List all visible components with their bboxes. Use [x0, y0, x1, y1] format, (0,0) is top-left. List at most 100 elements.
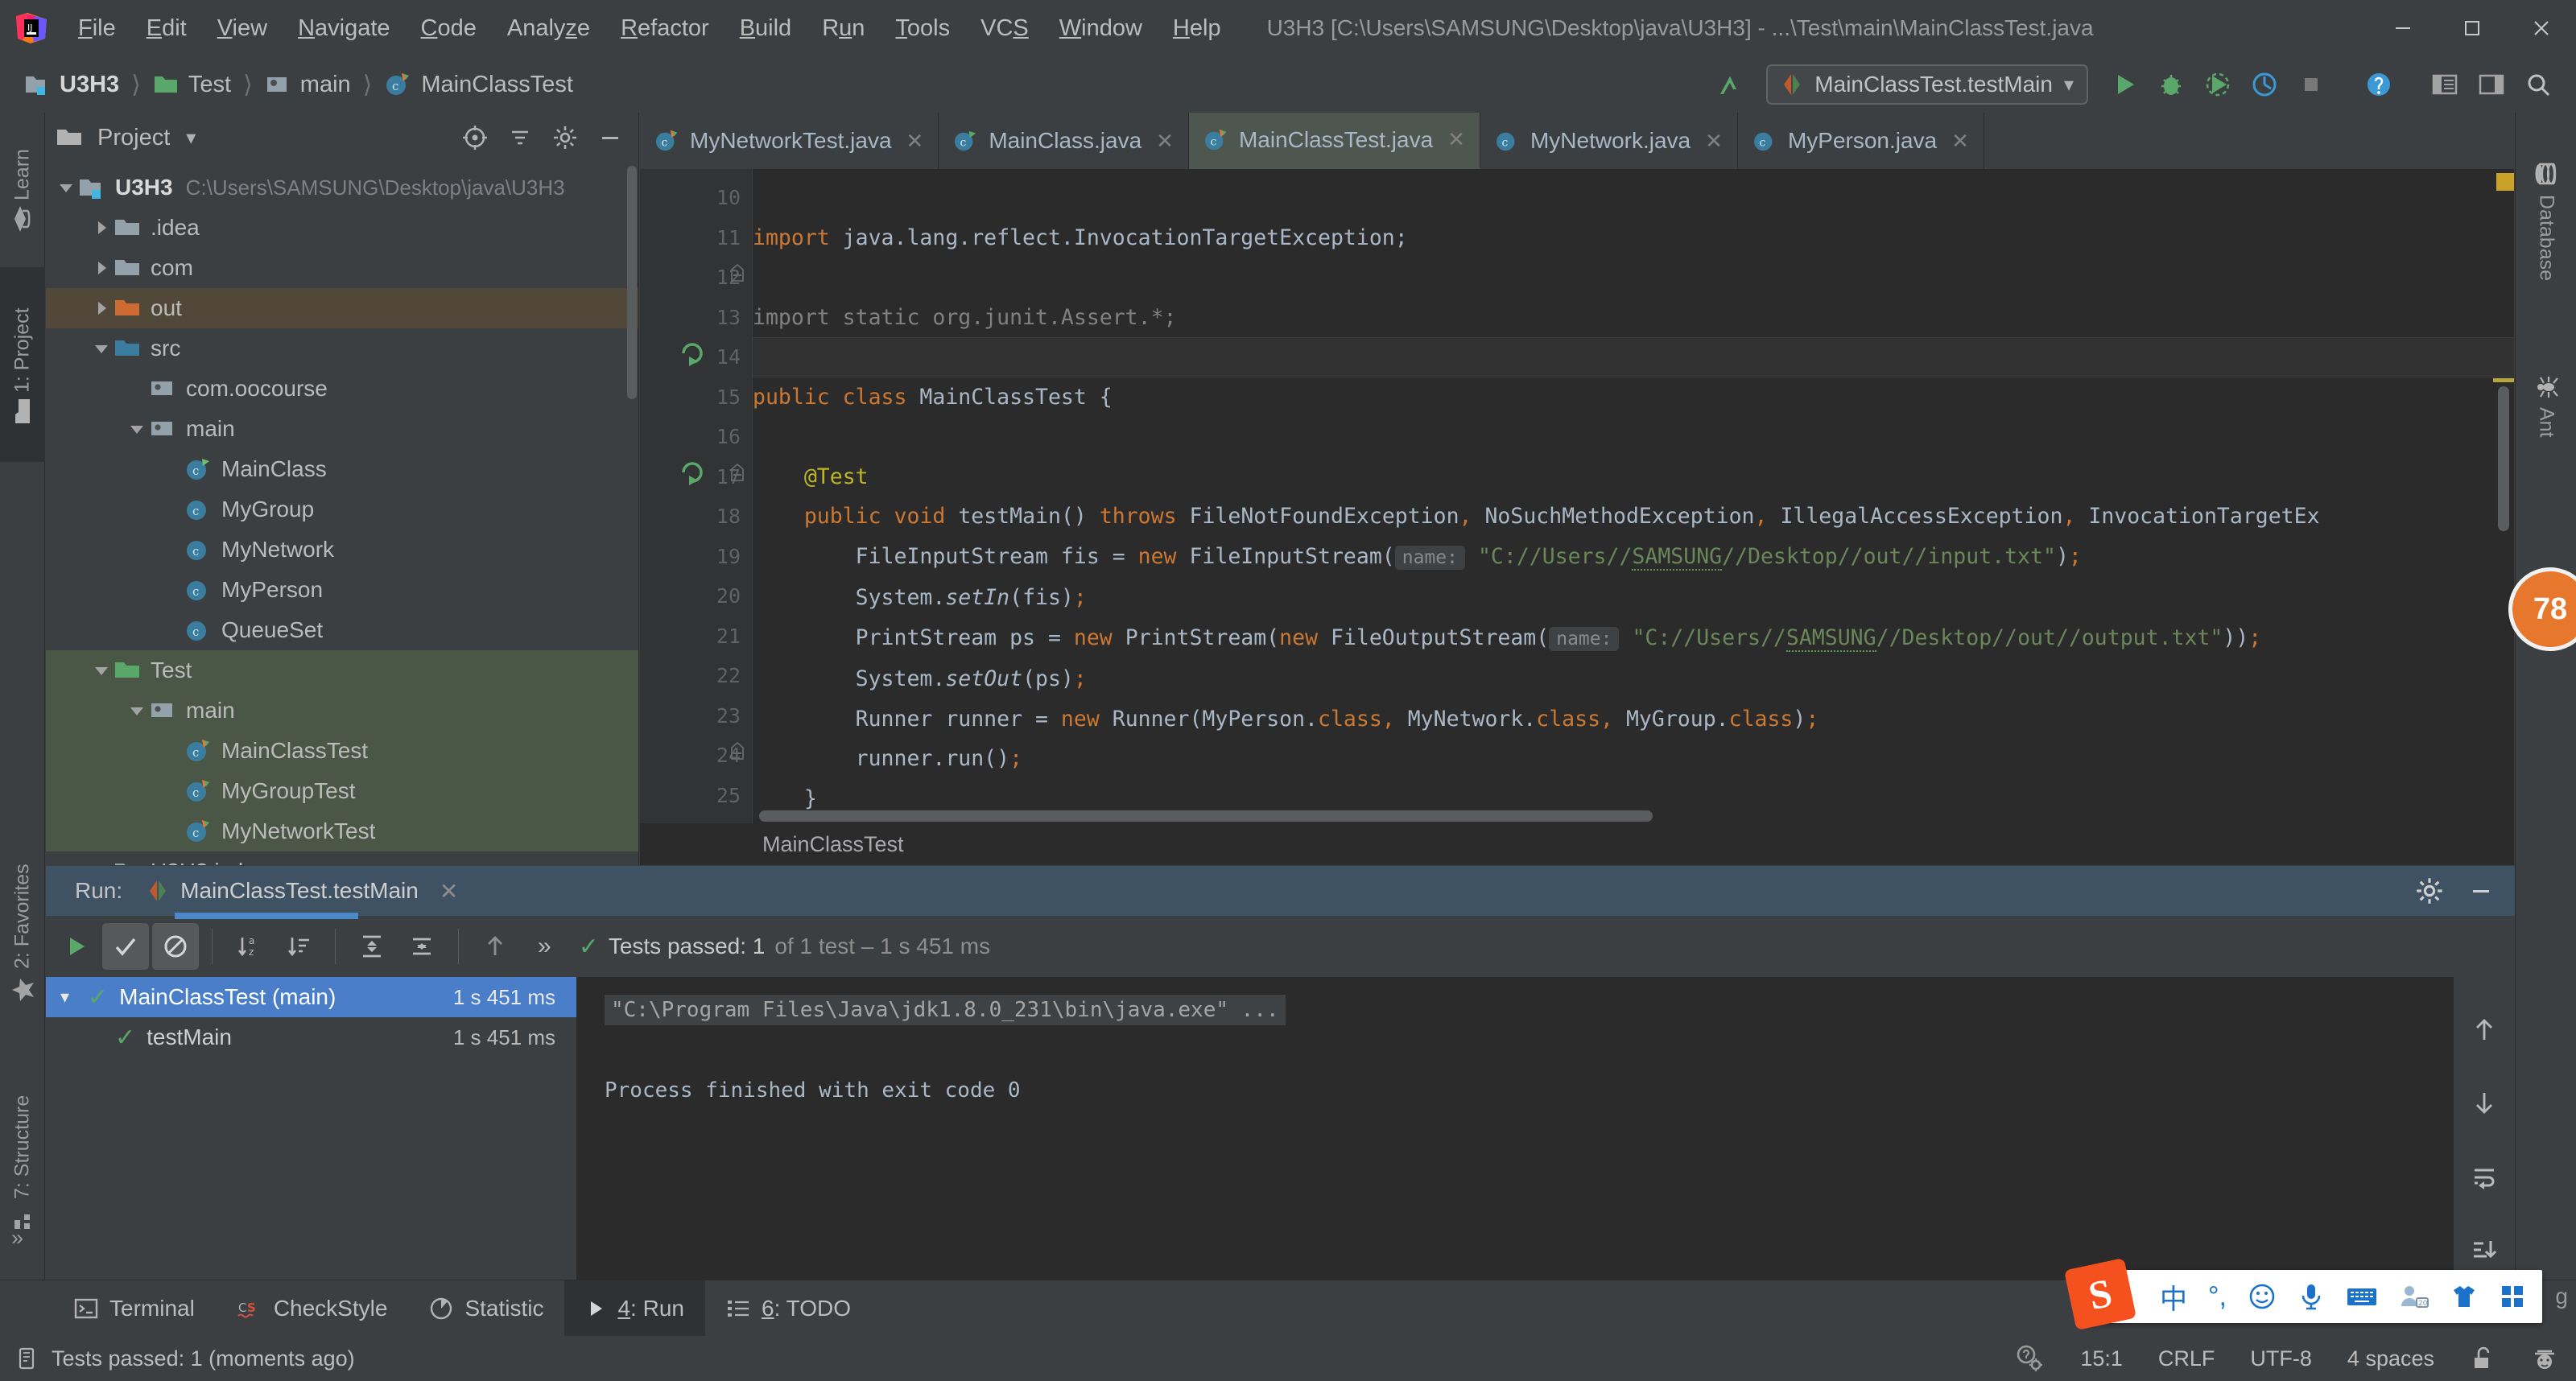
chevron-down-icon[interactable] [89, 340, 114, 357]
ime-skin-icon[interactable] [2450, 1283, 2478, 1310]
scroll-down-icon[interactable] [2464, 1083, 2504, 1123]
tree-item-test[interactable]: Test [46, 650, 638, 690]
close-icon[interactable]: ✕ [440, 878, 458, 905]
test-row[interactable]: ✓ testMain 1 s 451 ms [46, 1017, 576, 1057]
run-icon[interactable] [2103, 63, 2146, 106]
scroll-from-source-icon[interactable] [456, 119, 493, 156]
show-passed-icon[interactable] [102, 923, 149, 970]
breadcrumb-item-test[interactable]: Test [147, 68, 237, 101]
menu-item-navigate[interactable]: Navigate [283, 10, 405, 47]
menu-item-analyze[interactable]: Analyze [492, 10, 605, 47]
code-editor[interactable]: 10 11 12 13 14 15 16 17 18 19 20 21 22 23 24 25 import … [640, 169, 2514, 865]
editor-tab-myperson[interactable]: c MyPerson.java ✕ [1737, 113, 1984, 169]
tree-item-main[interactable]: main [46, 690, 638, 731]
soft-wrap-icon[interactable] [2464, 1157, 2504, 1198]
tree-item-mynetworktest[interactable]: c MyNetworkTest [46, 811, 638, 851]
menu-item-run[interactable]: Run [807, 10, 880, 47]
code-text[interactable]: import java.lang.reflect.InvocationTarge… [753, 169, 2514, 865]
ime-user-icon[interactable]: 20 [2399, 1284, 2429, 1309]
chevron-down-icon[interactable]: ▾ [60, 987, 88, 1008]
menu-item-code[interactable]: Code [406, 10, 492, 47]
menu-item-edit[interactable]: Edit [131, 10, 202, 47]
ime-emoji-icon[interactable] [2248, 1282, 2277, 1311]
indent-setting[interactable]: 4 spaces [2347, 1346, 2434, 1371]
close-icon[interactable]: ✕ [1447, 127, 1465, 152]
debug-icon[interactable] [2149, 63, 2193, 106]
editor-horizontal-scrollbar[interactable] [759, 810, 1653, 822]
chevron-down-icon[interactable] [125, 420, 149, 438]
settings-gear-icon[interactable] [2415, 876, 2444, 905]
line-separator[interactable]: CRLF [2158, 1346, 2215, 1371]
menu-item-build[interactable]: Build [724, 10, 807, 47]
event-log-icon[interactable] [2014, 1344, 2045, 1373]
status-bar-message-area[interactable]: Tests passed: 1 (moments ago) [0, 1346, 355, 1371]
tree-item-main[interactable]: main [46, 409, 638, 449]
close-icon[interactable]: ✕ [906, 129, 924, 154]
sogou-ime-toolbar[interactable]: S 中 °, 20 g [2063, 1257, 2568, 1331]
close-button[interactable] [2507, 0, 2576, 56]
chevron-right-icon[interactable] [89, 299, 114, 317]
editor-gutter[interactable]: 10 11 12 13 14 15 16 17 18 19 20 21 22 23 24 25 [640, 169, 753, 865]
run-with-coverage-icon[interactable] [2196, 63, 2240, 106]
lock-open-icon[interactable] [2470, 1345, 2496, 1372]
sogou-logo-icon[interactable]: S [2063, 1257, 2137, 1331]
tree-item--idea[interactable]: .idea [46, 208, 638, 248]
file-encoding[interactable]: UTF-8 [2250, 1346, 2312, 1371]
sort-by-duration-icon[interactable] [275, 923, 322, 970]
toolwindow-terminal[interactable]: Terminal [53, 1280, 216, 1337]
more-actions-icon[interactable]: » [538, 933, 551, 960]
search-icon[interactable] [2516, 63, 2560, 106]
menu-item-help[interactable]: Help [1158, 10, 1236, 47]
sidebar-item-ant[interactable]: Ant [2516, 338, 2576, 475]
breadcrumb-item-package[interactable]: main [258, 68, 357, 101]
editor-tab-mynetwork[interactable]: c MyNetwork.java ✕ [1480, 113, 1738, 169]
profile-icon[interactable] [2243, 63, 2286, 106]
run-test-method-gutter-icon[interactable] [679, 456, 711, 489]
run-test-gutter-icon[interactable] [679, 337, 711, 369]
close-icon[interactable]: ✕ [1951, 129, 1969, 154]
toolwindow-run[interactable]: 4: Run [564, 1280, 705, 1337]
menu-item-file[interactable]: FFileile [63, 10, 131, 47]
breadcrumb-item-module[interactable]: U3H3 [18, 68, 126, 101]
layout-icon[interactable] [2470, 63, 2513, 106]
breadcrumb-item-class[interactable]: c MainClassTest [378, 68, 580, 101]
menu-item-refactor[interactable]: Refactor [605, 10, 724, 47]
console-output[interactable]: "C:\Program Files\Java\jdk1.8.0_231\bin\… [577, 977, 2454, 1280]
test-results-tree[interactable]: ▾ ✓ MainClassTest (main) 1 s 451 ms ✓ te… [46, 977, 577, 1280]
previous-test-icon[interactable] [472, 923, 518, 970]
tree-item-com-oocourse[interactable]: com.oocourse [46, 369, 638, 409]
tree-item-mygroup[interactable]: c MyGroup [46, 489, 638, 530]
chevron-right-icon[interactable] [89, 259, 114, 277]
sidebar-item-project[interactable]: 1: Project [0, 267, 45, 462]
sidebar-item-database[interactable]: Database [2516, 113, 2576, 330]
close-icon[interactable]: ✕ [1156, 129, 1174, 154]
editor-tab-mainclasstest[interactable]: c MainClassTest.java ✕ [1188, 113, 1480, 169]
tree-item-mainclass[interactable]: c MainClass [46, 449, 638, 489]
collapse-all-icon[interactable] [502, 119, 539, 156]
inspection-marker-icon[interactable] [2496, 173, 2514, 191]
rerun-icon[interactable] [52, 923, 99, 970]
sidebar-item-learn[interactable]: Learn [0, 113, 45, 266]
fold-collapse-icon[interactable] [729, 263, 748, 284]
collapse-all-icon[interactable] [398, 923, 445, 970]
menu-item-view[interactable]: View [202, 10, 283, 47]
settings-gear-icon[interactable] [547, 119, 584, 156]
chevron-down-icon[interactable]: ▾ [186, 126, 196, 150]
tree-item-mynetwork[interactable]: c MyNetwork [46, 530, 638, 570]
chevron-down-icon[interactable] [54, 179, 78, 196]
project-tree-scrollbar[interactable] [627, 166, 637, 399]
tree-item-mygrouptest[interactable]: c MyGroupTest [46, 771, 638, 811]
ime-chinese-mode-icon[interactable]: 中 [2160, 1277, 2187, 1317]
menu-item-tools[interactable]: Tools [880, 10, 965, 47]
chevron-down-icon[interactable] [125, 702, 149, 719]
caret-position[interactable]: 15:1 [2080, 1346, 2123, 1371]
fold-collapse-icon[interactable] [729, 741, 748, 762]
tree-item-com[interactable]: com [46, 248, 638, 288]
ime-keyboard-icon[interactable] [2346, 1284, 2378, 1309]
chevron-down-icon[interactable]: ▾ [2064, 73, 2074, 97]
run-panel-tab[interactable]: MainClassTest.testMain ✕ [140, 878, 464, 905]
build-icon[interactable] [1708, 63, 1752, 106]
toolwindow-statistic[interactable]: Statistic [408, 1280, 564, 1337]
tree-item-queueset[interactable]: c QueueSet [46, 610, 638, 650]
toolwindow-checkstyle[interactable]: CS CheckStyle [216, 1280, 409, 1337]
